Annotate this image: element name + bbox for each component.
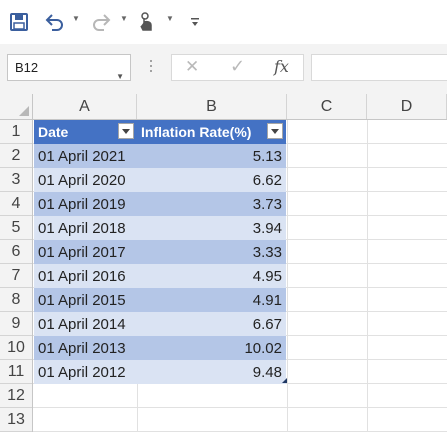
cell-inflation-rate[interactable]: 10.02 [137, 336, 286, 360]
enter-icon[interactable]: ✓ [230, 56, 245, 77]
cell-area[interactable]: Date Inflation Rate(%) 01 April 2021 5.13 01… [33, 120, 447, 432]
cell-inflation-rate[interactable]: 3.33 [137, 240, 286, 264]
row-header[interactable]: 2 [0, 144, 32, 168]
column-header-a[interactable]: A [33, 94, 137, 119]
row-header[interactable]: 7 [0, 264, 32, 288]
name-box-dropdown-icon[interactable]: ▼ [116, 64, 124, 89]
cell-date[interactable]: 01 April 2020 [34, 168, 137, 192]
row-header[interactable]: 9 [0, 312, 32, 336]
table-header-label: Inflation Rate(%) [141, 124, 252, 140]
row-header[interactable]: 4 [0, 192, 32, 216]
undo-dropdown-icon[interactable]: ▼ [72, 14, 80, 23]
table-header-inflation-rate[interactable]: Inflation Rate(%) [137, 120, 286, 144]
name-box[interactable]: B12 ▼ [7, 54, 131, 81]
table-resize-handle[interactable] [282, 378, 287, 383]
filter-dropdown-icon[interactable] [118, 123, 134, 139]
cell-date[interactable]: 01 April 2021 [34, 144, 137, 168]
insert-function-button[interactable]: fx [274, 57, 289, 76]
save-icon[interactable] [8, 10, 30, 34]
gridline [33, 407, 447, 408]
quick-access-toolbar: ▼ ▼ ▼ [0, 0, 447, 44]
cell-inflation-rate[interactable]: 6.62 [137, 168, 286, 192]
spreadsheet-grid: A B C D 1 2 3 4 5 6 7 8 9 10 11 12 13 Date Inflation … [0, 94, 447, 432]
row-header[interactable]: 8 [0, 288, 32, 312]
formula-buttons: ✕ ✓ fx [171, 54, 304, 81]
row-header[interactable]: 11 [0, 360, 32, 384]
row-header[interactable]: 1 [0, 120, 32, 144]
cell-inflation-rate[interactable]: 3.73 [137, 192, 286, 216]
touch-mode-dropdown-icon[interactable]: ▼ [166, 14, 174, 23]
name-box-value: B12 [15, 60, 39, 75]
row-header[interactable]: 3 [0, 168, 32, 192]
table-header-date[interactable]: Date [34, 120, 137, 144]
cell-date[interactable]: 01 April 2014 [34, 312, 137, 336]
cell-inflation-rate[interactable]: 4.95 [137, 264, 286, 288]
cell-date[interactable]: 01 April 2012 [34, 360, 137, 384]
cell-inflation-rate[interactable]: 6.67 [137, 312, 286, 336]
cancel-icon[interactable]: ✕ [185, 57, 199, 77]
redo-dropdown-icon[interactable]: ▼ [120, 14, 128, 23]
row-header[interactable]: 12 [0, 384, 32, 408]
row-header[interactable]: 10 [0, 336, 32, 360]
select-all-icon [19, 106, 29, 116]
customize-icon[interactable] [188, 10, 202, 34]
cell-date[interactable]: 01 April 2013 [34, 336, 137, 360]
cell-date[interactable]: 01 April 2019 [34, 192, 137, 216]
cell-inflation-rate[interactable]: 9.48 [137, 360, 286, 384]
row-header[interactable]: 13 [0, 408, 32, 432]
row-headers: 1 2 3 4 5 6 7 8 9 10 11 12 13 [0, 120, 33, 432]
touch-mode-icon[interactable] [136, 10, 158, 34]
cell-date[interactable]: 01 April 2015 [34, 288, 137, 312]
table-header-label: Date [38, 124, 69, 140]
formula-bar: B12 ▼ ✕ ✓ fx [0, 44, 447, 94]
formula-bar-resize-handle[interactable] [149, 57, 153, 77]
cell-date[interactable]: 01 April 2018 [34, 216, 137, 240]
select-all-button[interactable] [0, 94, 33, 119]
gridline [367, 120, 368, 432]
column-header-b[interactable]: B [137, 94, 287, 119]
cell-inflation-rate[interactable]: 4.91 [137, 288, 286, 312]
row-header[interactable]: 6 [0, 240, 32, 264]
gridline [287, 120, 288, 432]
cell-date[interactable]: 01 April 2017 [34, 240, 137, 264]
formula-input[interactable] [311, 54, 447, 81]
cell-date[interactable]: 01 April 2016 [34, 264, 137, 288]
undo-icon[interactable] [42, 10, 66, 34]
redo-icon[interactable] [90, 10, 114, 34]
column-headers: A B C D [0, 94, 447, 120]
column-header-c[interactable]: C [287, 94, 367, 119]
cell-inflation-rate[interactable]: 3.94 [137, 216, 286, 240]
cell-inflation-rate[interactable]: 5.13 [137, 144, 286, 168]
column-header-d[interactable]: D [367, 94, 447, 119]
row-header[interactable]: 5 [0, 216, 32, 240]
filter-dropdown-icon[interactable] [267, 123, 283, 139]
